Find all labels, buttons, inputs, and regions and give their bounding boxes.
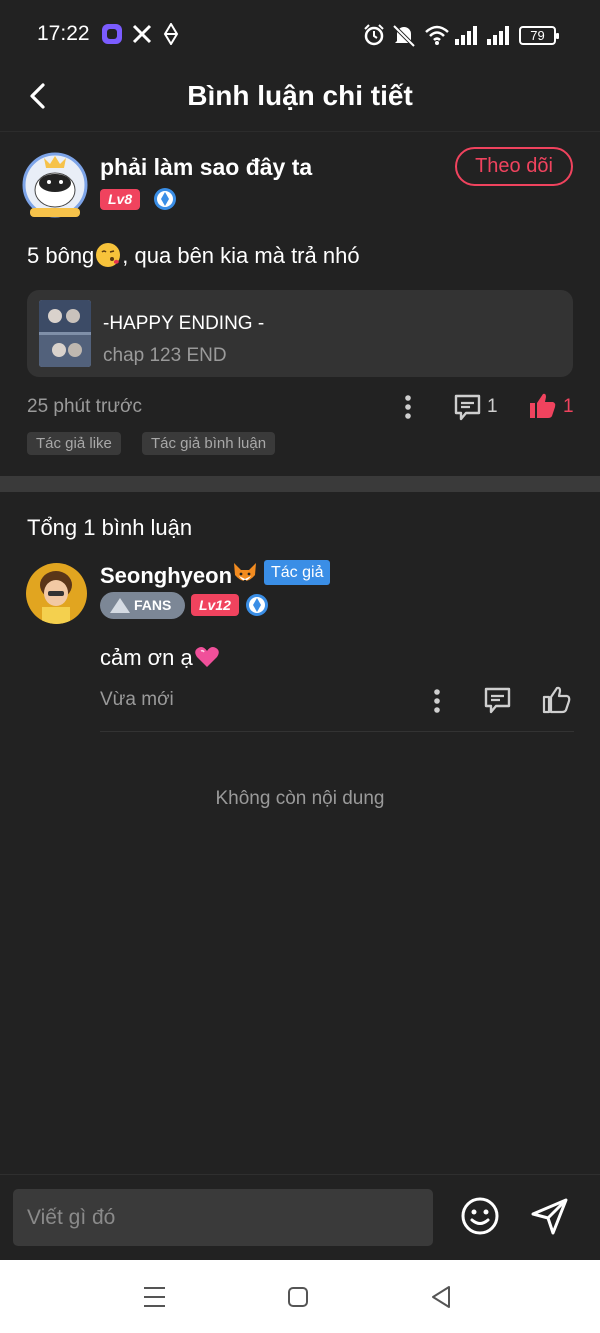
- diamond-icon: [163, 23, 179, 45]
- post-author-avatar[interactable]: [22, 150, 88, 220]
- kissing-face-emoji: [96, 243, 121, 267]
- post-text: 5 bông , qua bên kia mà trả nhó: [27, 242, 360, 269]
- comment-like-button[interactable]: [541, 684, 571, 714]
- story-title: -HAPPY ENDING -: [103, 313, 265, 334]
- signal-icon-2: [487, 26, 509, 45]
- post-text-part2: , qua bên kia mà trả nhó: [122, 243, 360, 268]
- wifi-icon: [425, 25, 449, 45]
- comment-more-icon[interactable]: [427, 687, 447, 715]
- tag-author-liked: Tác giả like: [27, 432, 121, 455]
- status-bar: 17:22 79: [0, 0, 600, 68]
- follow-button[interactable]: Theo dõi: [455, 147, 573, 186]
- comment-separator: [100, 731, 574, 732]
- send-icon[interactable]: [530, 1196, 570, 1236]
- story-chapter: chap 123 END: [103, 345, 227, 366]
- story-thumbnail: [39, 300, 91, 367]
- system-nav-bar: [0, 1260, 600, 1333]
- comments-total: Tổng 1 bình luận: [27, 515, 193, 540]
- mute-icon: [392, 24, 416, 48]
- pink-heart-emoji: [194, 647, 219, 667]
- page-title: Bình luận chi tiết: [187, 80, 413, 111]
- battery-icon: 79: [519, 26, 559, 45]
- comment-timestamp: Vừa mới: [100, 689, 174, 710]
- end-of-content: Không còn nội dung: [215, 788, 385, 809]
- reply-button[interactable]: [453, 393, 482, 422]
- comment-reply-button[interactable]: [483, 686, 512, 715]
- comment-input-bar: [0, 1174, 600, 1260]
- linked-story-card[interactable]: -HAPPY ENDING - chap 123 END: [27, 290, 573, 377]
- level-badge: Lv8: [100, 189, 141, 210]
- comment-input[interactable]: [13, 1189, 433, 1246]
- comment-text-body: cảm ơn ạ: [100, 645, 193, 670]
- commenter-level-badge: Lv12: [191, 594, 239, 616]
- app-icon: [102, 24, 122, 44]
- tag-author-commented: Tác giả bình luận: [142, 432, 276, 455]
- signal-icon: [455, 26, 477, 45]
- menu-icon[interactable]: [143, 1286, 166, 1308]
- verified-shield-icon: [154, 188, 176, 210]
- fans-triangle-icon: [110, 598, 130, 613]
- comment-text: cảm ơn ạ: [100, 645, 220, 671]
- author-tag: Tác giả: [264, 560, 331, 585]
- fox-emoji: [234, 563, 257, 583]
- like-count: 1: [563, 396, 574, 417]
- commenter-shield-icon: [246, 594, 268, 616]
- post-text-part1: 5 bông: [27, 243, 95, 268]
- alarm-icon: [364, 24, 384, 46]
- more-options-icon[interactable]: [398, 393, 418, 421]
- battery-level: 79: [530, 28, 545, 43]
- reply-count: 1: [487, 396, 498, 417]
- smiley-icon[interactable]: [460, 1196, 500, 1236]
- fans-badge: FANS: [100, 592, 185, 619]
- post-timestamp: 25 phút trước: [27, 396, 142, 417]
- commenter-name[interactable]: Seonghyeon: [100, 561, 258, 589]
- section-divider: [0, 476, 600, 492]
- header: Bình luận chi tiết: [0, 68, 600, 132]
- x-icon: [132, 24, 152, 44]
- commenter-name-text: Seonghyeon: [100, 563, 233, 588]
- commenter-avatar[interactable]: [26, 563, 87, 624]
- post-author-name[interactable]: phải làm sao đây ta: [100, 154, 312, 181]
- status-time: 17:22: [37, 22, 90, 45]
- like-button[interactable]: [527, 390, 557, 420]
- fans-label: FANS: [134, 597, 172, 613]
- home-icon[interactable]: [287, 1286, 309, 1308]
- back-nav-icon[interactable]: [430, 1285, 452, 1309]
